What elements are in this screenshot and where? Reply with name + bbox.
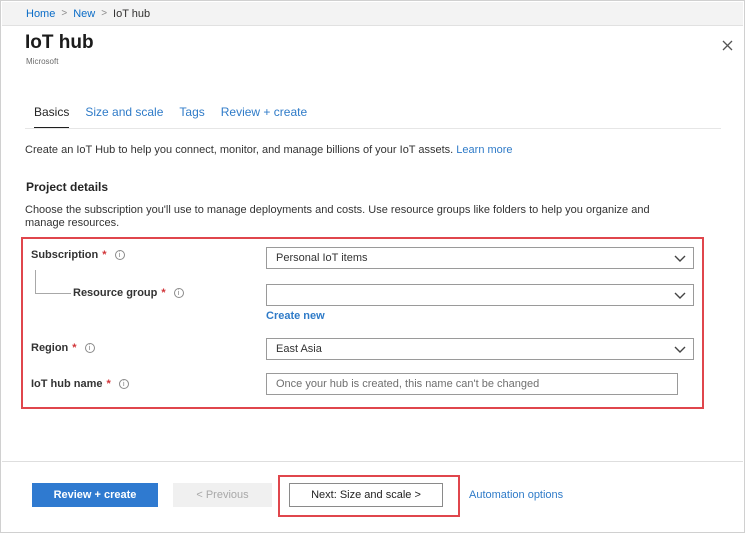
tab-tags[interactable]: Tags: [179, 105, 204, 127]
info-icon[interactable]: i: [118, 379, 129, 389]
close-button[interactable]: [718, 36, 736, 54]
page-title: IoT hub: [25, 32, 94, 53]
footer-divider: [2, 461, 743, 462]
required-marker: *: [102, 249, 107, 261]
tree-connector: [35, 270, 71, 294]
tab-bar: Basics Size and scale Tags Review + crea…: [34, 105, 323, 129]
required-marker: *: [72, 342, 77, 354]
resource-group-label-text: Resource group: [73, 287, 158, 299]
project-details-heading: Project details: [26, 180, 109, 194]
required-marker: *: [161, 287, 166, 299]
chevron-down-icon: [674, 255, 686, 262]
subscription-select[interactable]: Personal IoT items: [266, 247, 694, 269]
subscription-label: Subscription * i: [31, 249, 125, 261]
tab-basics[interactable]: Basics: [34, 105, 70, 129]
automation-options-link[interactable]: Automation options: [469, 489, 563, 501]
next-size-and-scale-button[interactable]: Next: Size and scale >: [289, 483, 443, 507]
iot-hub-create-blade: Home > New > IoT hub IoT hub Microsoft B…: [0, 0, 745, 533]
project-details-description: Choose the subscription you'll use to ma…: [25, 204, 650, 229]
info-icon[interactable]: i: [84, 343, 95, 353]
tab-review-create[interactable]: Review + create: [221, 105, 307, 127]
chevron-down-icon: [674, 292, 686, 299]
subscription-label-text: Subscription: [31, 249, 99, 261]
info-icon[interactable]: i: [173, 288, 184, 298]
chevron-down-icon: [674, 346, 686, 353]
learn-more-link[interactable]: Learn more: [456, 144, 512, 156]
region-value: East Asia: [276, 343, 322, 355]
previous-button[interactable]: < Previous: [173, 483, 272, 507]
hub-name-label-text: IoT hub name: [31, 378, 103, 390]
create-new-link[interactable]: Create new: [266, 310, 325, 322]
intro-description: Create an IoT Hub to help you connect, m…: [25, 144, 454, 156]
breadcrumb-separator-icon: >: [101, 8, 108, 19]
breadcrumb-separator-icon: >: [61, 8, 68, 19]
region-select[interactable]: East Asia: [266, 338, 694, 360]
breadcrumb: Home > New > IoT hub: [2, 2, 743, 26]
required-marker: *: [106, 378, 111, 390]
breadcrumb-current: IoT hub: [113, 7, 151, 20]
region-label: Region * i: [31, 342, 95, 354]
resource-group-select[interactable]: [266, 284, 694, 306]
close-icon: [722, 40, 732, 50]
subscription-value: Personal IoT items: [276, 252, 368, 264]
tab-divider: [25, 128, 721, 129]
info-icon[interactable]: i: [114, 250, 125, 260]
hub-name-input[interactable]: [266, 373, 678, 395]
resource-group-label: Resource group * i: [73, 287, 184, 299]
page-subtitle: Microsoft: [26, 57, 59, 66]
breadcrumb-home[interactable]: Home: [26, 8, 55, 20]
region-label-text: Region: [31, 342, 69, 354]
breadcrumb-new[interactable]: New: [73, 8, 95, 20]
intro-text: Create an IoT Hub to help you connect, m…: [25, 144, 513, 156]
hub-name-label: IoT hub name * i: [31, 378, 129, 390]
tab-size-and-scale[interactable]: Size and scale: [85, 105, 163, 127]
review-create-button[interactable]: Review + create: [32, 483, 158, 507]
